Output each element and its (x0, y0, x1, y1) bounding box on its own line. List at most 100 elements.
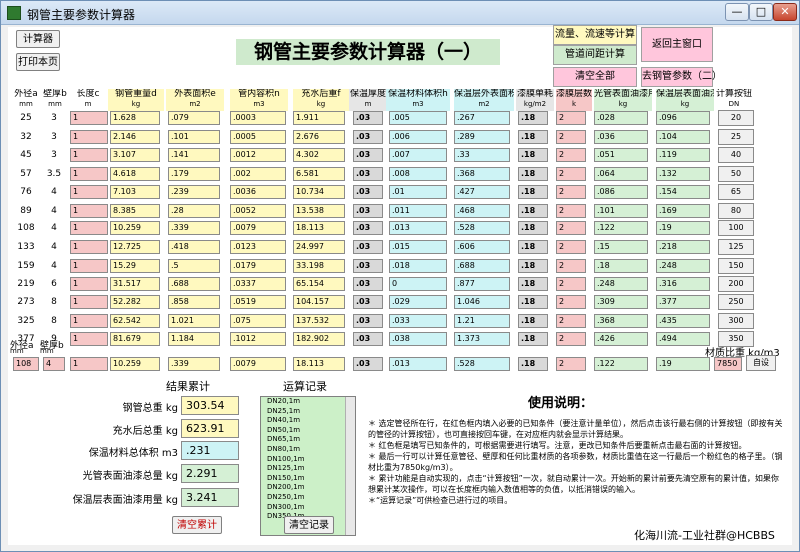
row-layers-field[interactable]: 2 (556, 185, 586, 199)
row-ins-field[interactable]: .03 (353, 332, 383, 346)
row-paint-field[interactable]: .18 (518, 148, 548, 162)
row-paint-field[interactable]: .18 (518, 295, 548, 309)
row-layers-field[interactable]: 2 (556, 314, 586, 328)
row-paint-field[interactable]: .18 (518, 167, 548, 181)
custom-paint-field[interactable]: .18 (518, 357, 548, 371)
row-layers-field[interactable]: 2 (556, 277, 586, 291)
window-title: 钢管主要参数计算器 (27, 8, 136, 22)
row-layers-field[interactable]: 2 (556, 221, 586, 235)
row-ins-field[interactable]: .03 (353, 111, 383, 125)
clear-all-button[interactable]: 清空全部 (553, 67, 637, 87)
calc-button-dn25[interactable]: 25 (718, 129, 754, 145)
row-ins-field[interactable]: .03 (353, 314, 383, 328)
custom-wall-field[interactable]: 4 (43, 357, 65, 371)
row-layers-field[interactable]: 2 (556, 259, 586, 273)
calc-button-dn50[interactable]: 50 (718, 166, 754, 182)
row-len-field[interactable]: 1 (70, 314, 108, 328)
custom-len-field[interactable]: 1 (70, 357, 108, 371)
row-paint-field[interactable]: .18 (518, 277, 548, 291)
row-ins-field[interactable]: .03 (353, 240, 383, 254)
clear-log-button[interactable]: 清空记录 (284, 516, 334, 534)
row-ins-field[interactable]: .03 (353, 277, 383, 291)
row-len-field[interactable]: 1 (70, 332, 108, 346)
row-pipepaint-field: .426 (594, 332, 648, 346)
row-len-field[interactable]: 1 (70, 259, 108, 273)
row-paint-field[interactable]: .18 (518, 240, 548, 254)
set-density-button[interactable]: 自设 (746, 355, 776, 371)
calc-button-dn150[interactable]: 150 (718, 258, 754, 274)
row-len-field[interactable]: 1 (70, 167, 108, 181)
column-header-label: 管内容积n (238, 89, 280, 99)
log-scrollbar[interactable] (345, 397, 355, 535)
row-paint-field[interactable]: .18 (518, 130, 548, 144)
row-layers-field[interactable]: 2 (556, 240, 586, 254)
column-header-label: 外表面积e (174, 89, 216, 99)
row-len-field[interactable]: 1 (70, 221, 108, 235)
row-ins-field[interactable]: .03 (353, 295, 383, 309)
flow-velocity-button[interactable]: 流量、流速等计算 (553, 25, 637, 45)
row-paint-field[interactable]: .18 (518, 204, 548, 218)
custom-od-field[interactable]: 108 (13, 357, 39, 371)
row-insarea-field: 1.21 (454, 314, 510, 328)
row-len-field[interactable]: 1 (70, 240, 108, 254)
row-layers-field[interactable]: 2 (556, 148, 586, 162)
custom-layers-field[interactable]: 2 (556, 357, 586, 371)
row-weight-field: 81.679 (110, 332, 160, 346)
row-ins-field[interactable]: .03 (353, 185, 383, 199)
calc-button-dn40[interactable]: 40 (718, 147, 754, 163)
row-len-field[interactable]: 1 (70, 148, 108, 162)
row-ins-field[interactable]: .03 (353, 130, 383, 144)
back-to-main-button[interactable]: 返回主窗口 (641, 27, 713, 62)
row-area-field: 1.184 (168, 332, 220, 346)
calc-button-dn300[interactable]: 300 (718, 313, 754, 329)
row-paint-field[interactable]: .18 (518, 185, 548, 199)
calc-button-dn100[interactable]: 100 (718, 220, 754, 236)
row-ins-field[interactable]: .03 (353, 259, 383, 273)
row-layers-field[interactable]: 2 (556, 204, 586, 218)
calc-button-dn250[interactable]: 250 (718, 294, 754, 310)
row-len-field[interactable]: 1 (70, 111, 108, 125)
custom-ins-field[interactable]: .03 (353, 357, 383, 371)
row-len-field[interactable]: 1 (70, 277, 108, 291)
row-paint-field[interactable]: .18 (518, 332, 548, 346)
row-ins-field[interactable]: .03 (353, 148, 383, 162)
row-weight-field: 31.517 (110, 277, 160, 291)
column-header-label: 保温层外表面积i (454, 89, 514, 99)
pipe-spacing-button[interactable]: 管道间距计算 (553, 45, 637, 65)
calculator-button[interactable]: 计算器 (16, 30, 60, 48)
calc-button-dn125[interactable]: 125 (718, 239, 754, 255)
clear-totals-button[interactable]: 清空累计 (172, 516, 222, 534)
row-layers-field[interactable]: 2 (556, 130, 586, 144)
calc-button-dn20[interactable]: 20 (718, 110, 754, 126)
row-paint-field[interactable]: .18 (518, 221, 548, 235)
row-insvol-field: .008 (389, 167, 447, 181)
row-ins-field[interactable]: .03 (353, 167, 383, 181)
row-len-field[interactable]: 1 (70, 185, 108, 199)
row-len-field[interactable]: 1 (70, 130, 108, 144)
goto-params-two-button[interactable]: 去钢管参数（二） (641, 67, 722, 87)
row-od-label: 45 (20, 150, 32, 160)
calc-button-dn80[interactable]: 80 (718, 203, 754, 219)
calc-button-dn65[interactable]: 65 (718, 184, 754, 200)
operation-log-list[interactable]: DN20,1m DN25,1m DN40,1m DN50,1m DN65,1m DN80,… (260, 396, 356, 536)
row-paint-field[interactable]: .18 (518, 314, 548, 328)
maximize-icon[interactable]: □ (749, 3, 773, 21)
column-header-unit: mm (19, 100, 33, 108)
row-ins-field[interactable]: .03 (353, 204, 383, 218)
close-icon[interactable]: ✕ (773, 3, 797, 21)
row-layers-field[interactable]: 2 (556, 167, 586, 181)
row-len-field[interactable]: 1 (70, 295, 108, 309)
minimize-icon[interactable]: — (725, 3, 749, 21)
row-paint-field[interactable]: .18 (518, 259, 548, 273)
row-len-field[interactable]: 1 (70, 204, 108, 218)
print-page-button[interactable]: 打印本页 (16, 53, 60, 71)
row-layers-field[interactable]: 2 (556, 111, 586, 125)
totals-title: 结果累计 (166, 380, 210, 393)
row-layers-field[interactable]: 2 (556, 332, 586, 346)
calc-button-dn200[interactable]: 200 (718, 276, 754, 292)
title-bar[interactable]: 钢管主要参数计算器 — □ ✕ (1, 1, 799, 25)
row-layers-field[interactable]: 2 (556, 295, 586, 309)
row-ins-field[interactable]: .03 (353, 221, 383, 235)
density-input[interactable]: 7850 (714, 357, 742, 371)
row-paint-field[interactable]: .18 (518, 111, 548, 125)
